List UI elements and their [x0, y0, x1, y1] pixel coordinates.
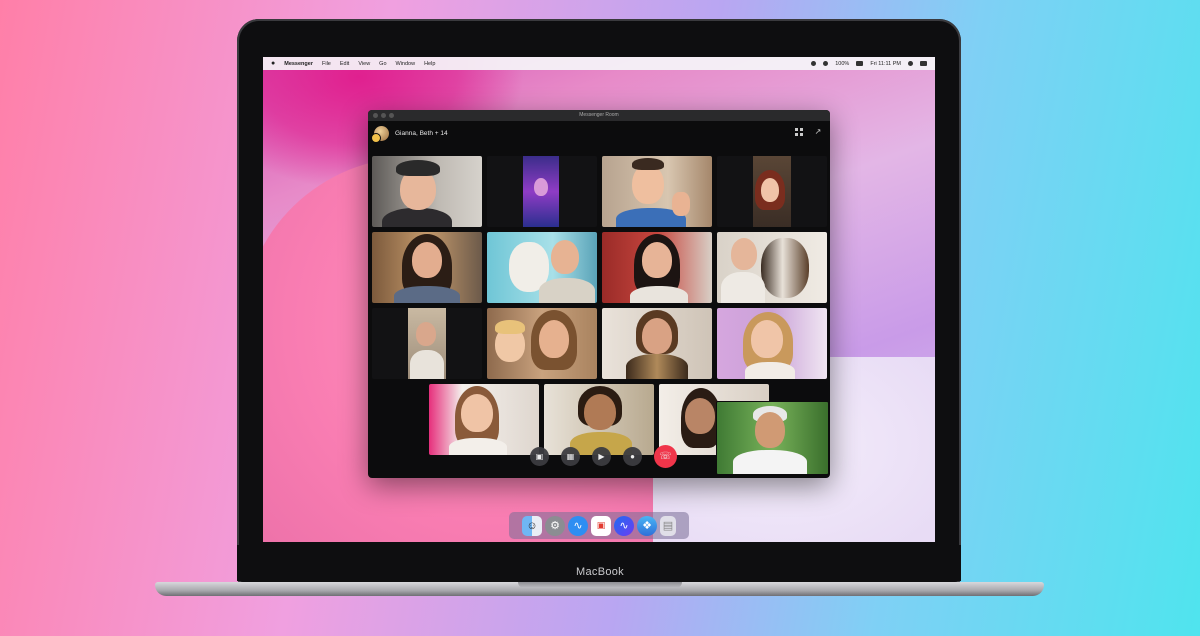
video-tile[interactable] — [372, 308, 482, 379]
participant-body — [721, 272, 765, 303]
participant-face — [412, 242, 442, 278]
menu-view[interactable]: View — [358, 61, 370, 67]
participant-face — [551, 240, 579, 274]
room-avatar[interactable] — [371, 125, 389, 143]
participant-body — [539, 278, 595, 303]
participant-face — [534, 178, 548, 196]
menu-go[interactable]: Go — [379, 61, 386, 67]
participant-face — [584, 394, 616, 430]
trash-icon[interactable]: ▤ — [660, 515, 676, 536]
wifi-icon[interactable] — [823, 61, 829, 66]
video-tile[interactable] — [487, 156, 597, 227]
participant-body — [410, 350, 444, 379]
participant-face — [461, 394, 493, 432]
share-screen-icon[interactable]: ▣ — [530, 447, 549, 466]
minimize-window-icon[interactable] — [381, 113, 386, 118]
menu-clock[interactable]: Fri 11:11 PM — [870, 61, 901, 67]
search-icon[interactable] — [908, 61, 913, 66]
video-tile[interactable] — [717, 308, 827, 379]
participant-face — [761, 178, 779, 202]
menu-window[interactable]: Window — [396, 61, 416, 67]
participant-face — [632, 164, 664, 204]
participant-face — [642, 318, 672, 354]
participant-body — [626, 354, 688, 379]
participant-body — [733, 450, 807, 474]
messenger-blue-icon[interactable]: ∿ — [568, 515, 588, 536]
room-header-actions: ↗ — [795, 128, 822, 136]
participant-body — [630, 286, 688, 303]
menu-app-name[interactable]: Messenger — [284, 61, 313, 67]
zoom-window-icon[interactable] — [389, 113, 394, 118]
window-title: Messenger Room — [579, 112, 619, 118]
video-tile[interactable] — [487, 232, 597, 303]
calendar-icon[interactable]: ▣ — [591, 515, 611, 536]
laptop-brand-label: MacBook — [576, 566, 624, 578]
apple-icon[interactable]: ● — [271, 60, 275, 67]
participant-body — [382, 208, 452, 227]
video-tile[interactable] — [372, 156, 482, 227]
window-controls — [373, 113, 394, 118]
end-call-icon[interactable]: ☏ — [654, 445, 677, 468]
participant-face — [539, 320, 569, 358]
settings-icon[interactable]: ⚙ — [545, 515, 565, 536]
laptop-notch — [518, 582, 682, 588]
video-tile[interactable] — [372, 232, 482, 303]
video-tile[interactable] — [429, 384, 539, 455]
video-tile[interactable] — [602, 156, 712, 227]
grid-icon[interactable] — [795, 128, 803, 136]
participant-hair — [495, 320, 525, 334]
control-center-icon[interactable] — [920, 61, 927, 66]
group-icon[interactable]: ▦ — [561, 447, 580, 466]
messenger-room-window: Messenger Room Gianna, Beth + 14 ↗ ▣ ▦ ▶… — [368, 110, 830, 478]
expand-icon[interactable]: ↗ — [814, 128, 822, 136]
participant-face — [755, 412, 785, 448]
room-badge-icon — [371, 132, 381, 143]
participant-face — [642, 242, 672, 278]
menu-bar-status: 100% Fri 11:11 PM — [811, 57, 927, 70]
participant-body — [745, 362, 795, 379]
close-window-icon[interactable] — [373, 113, 378, 118]
video-tile[interactable] — [487, 308, 597, 379]
safari-icon[interactable]: ❖ — [637, 515, 657, 536]
participant-face — [731, 238, 757, 270]
participant-face — [751, 320, 783, 358]
waving-hand — [672, 192, 690, 216]
microphone-icon[interactable]: ● — [623, 447, 642, 466]
participant-body — [449, 438, 507, 455]
camera-icon[interactable]: ▶ — [592, 447, 611, 466]
participant-body — [394, 286, 460, 303]
dog — [761, 238, 809, 298]
battery-level[interactable]: 100% — [835, 61, 849, 67]
menu-help[interactable]: Help — [424, 61, 435, 67]
participant-hair — [632, 158, 664, 170]
laptop-screen: ● Messenger File Edit View Go Window Hel… — [263, 57, 935, 542]
video-tile-self[interactable] — [716, 401, 829, 475]
menu-bar: ● Messenger File Edit View Go Window Hel… — [263, 57, 935, 70]
participant-face — [685, 398, 715, 434]
participant-face — [416, 322, 436, 346]
menu-file[interactable]: File — [322, 61, 331, 67]
menu-edit[interactable]: Edit — [340, 61, 349, 67]
dock: ☺ ⚙ ∿ ▣ ∿ ❖ ▤ — [509, 512, 689, 539]
room-title[interactable]: Gianna, Beth + 14 — [395, 130, 448, 137]
battery-icon — [856, 61, 864, 66]
room-header: Gianna, Beth + 14 ↗ — [368, 121, 830, 145]
window-titlebar[interactable]: Messenger Room — [368, 110, 830, 121]
video-tile[interactable] — [602, 232, 712, 303]
finder-icon[interactable]: ☺ — [522, 515, 542, 536]
video-tile[interactable] — [602, 308, 712, 379]
call-controls: ▣ ▦ ▶ ● ☏ — [530, 445, 677, 468]
video-tile[interactable] — [717, 232, 827, 303]
bluetooth-icon[interactable] — [811, 61, 817, 66]
messenger-icon[interactable]: ∿ — [614, 515, 634, 536]
participant-hat — [396, 160, 440, 176]
video-tile[interactable] — [717, 156, 827, 227]
